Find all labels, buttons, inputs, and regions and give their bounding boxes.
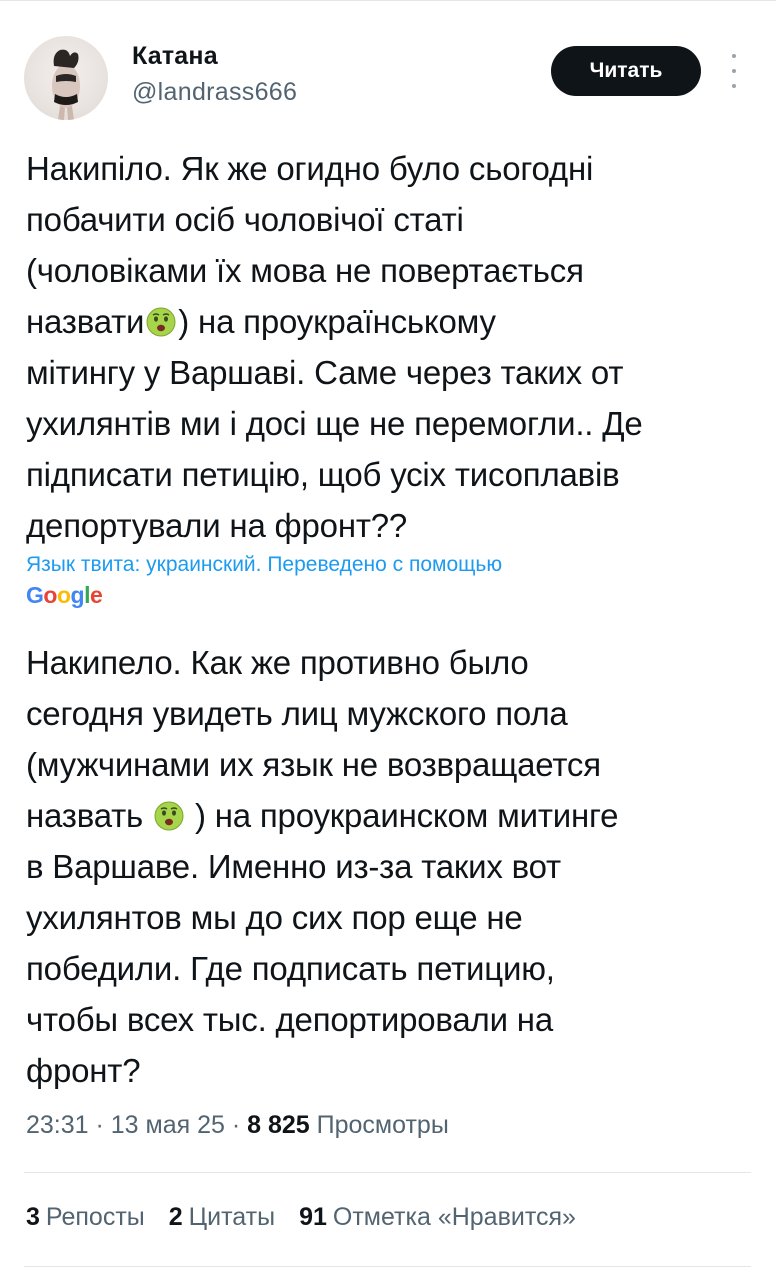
tweet-text-translated: Накипело. Как же противно было сегодня у… [26,637,756,1096]
avatar[interactable] [24,36,108,120]
more-options-icon[interactable] [724,54,744,88]
views-label[interactable]: Просмотры [317,1111,449,1139]
tweet-date[interactable]: 13 мая 25 [111,1111,225,1139]
likes-label: Отметка «Нравится» [332,1203,576,1231]
text-line: депортували на фронт?? [26,507,408,544]
logo-letter: g [70,582,85,608]
text-line: сегодня увидеть лиц мужского пола [26,695,568,732]
text-line: чтобы всех тыс. депортировали на [26,1001,553,1038]
text-line: назвать ) на проукраинском митинге [26,790,756,841]
quotes-stat[interactable]: 2 Цитаты [169,1203,275,1232]
separator: · [88,1111,111,1139]
text-line: назвати ) на проукраїнському [26,296,756,347]
reposts-label: Репосты [45,1203,145,1231]
tweet-time[interactable]: 23:31 [26,1111,89,1139]
logo-letter: o [56,582,71,608]
logo-letter: G [26,582,44,608]
author-handle[interactable]: @landrass666 [132,78,297,107]
reposts-count: 3 [26,1203,40,1231]
text-fragment: назвать [26,797,144,834]
top-divider [0,0,776,1]
text-fragment: ) на проукраинском митинге [194,797,619,834]
author-name[interactable]: Катана [132,42,218,71]
divider [24,1172,751,1173]
text-line: ухилянтів ми і досі ще не перемогли.. Де [26,405,643,442]
separator: · [224,1111,248,1139]
text-fragment: ) на проукраїнському [178,303,496,340]
text-line: (чоловіками їх мова не повертається [26,252,584,289]
likes-count: 91 [299,1203,327,1231]
follow-button[interactable]: Читать [551,46,701,96]
text-line: Накипело. Как же противно было [26,644,529,681]
logo-letter: e [89,582,103,608]
text-line: фронт? [26,1052,141,1089]
quotes-count: 2 [168,1203,183,1231]
translation-note[interactable]: Язык твита: украинский. Переведено с пом… [26,551,756,579]
text-line: мітингу у Варшаві. Саме через таких от [26,354,624,391]
avatar-image [52,49,80,120]
text-line: ухилянтов мы до сих пор еще не [26,899,523,936]
quotes-label: Цитаты [188,1203,276,1231]
tweet-text-original: Накипіло. Як же огидно було сьогодні поб… [26,143,756,551]
tweet-meta: 23:31 · 13 мая 25 · 8 825 Просмотры [26,1111,449,1140]
likes-stat[interactable]: 91 Отметка «Нравится» [299,1203,576,1232]
text-fragment: назвати [26,303,145,340]
text-line: Накипіло. Як же огидно було сьогодні [26,150,594,187]
text-line: підписати петицію, щоб усіх тисоплавів [26,456,620,493]
text-line: побачити осіб чоловічої статі [26,201,464,238]
google-logo: Google [26,582,103,609]
nauseated-face-emoji-icon [146,307,176,337]
text-line: победили. Где подписать петицию, [26,950,555,987]
text-line: в Варшаве. Именно из-за таких вот [26,848,561,885]
text-line: (мужчинами их язык не возвращается [26,746,601,783]
reposts-stat[interactable]: 3 Репосты [26,1203,145,1232]
logo-letter: o [43,582,57,608]
views-count: 8 825 [247,1111,310,1139]
tweet-header: Катана @landrass666 Читать [24,36,752,120]
tweet-stats: 3 Репосты 2 Цитаты 91 Отметка «Нравится» [26,1203,576,1232]
nauseated-face-emoji-icon [154,801,184,831]
divider [24,1266,751,1267]
